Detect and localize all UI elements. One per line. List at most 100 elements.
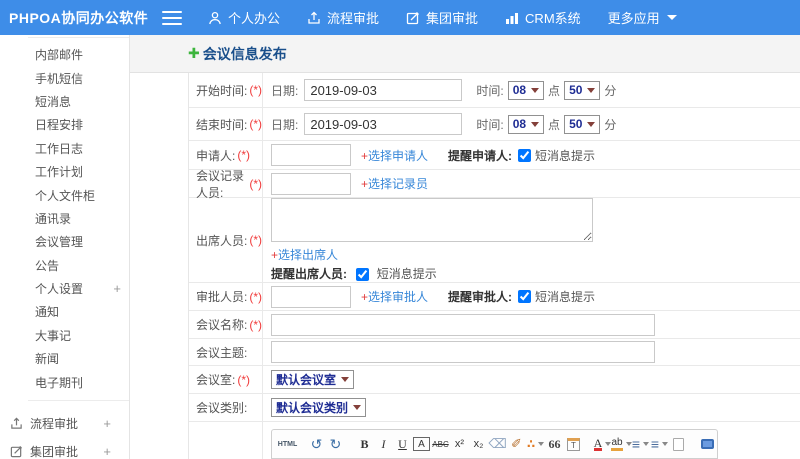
nav-label: 更多应用 bbox=[607, 11, 660, 26]
required-mark: (*) bbox=[249, 117, 262, 131]
sidebar-item-announcement[interactable]: 公告 bbox=[28, 254, 129, 277]
superscript-icon[interactable]: x² bbox=[451, 435, 468, 453]
top-nav: 个人办公 流程审批 集团审批 CRM系统 更多应用 bbox=[208, 8, 704, 27]
workflow-icon bbox=[308, 11, 320, 24]
end-date-input[interactable] bbox=[304, 113, 463, 135]
sidebar-item-contacts[interactable]: 通讯录 bbox=[28, 207, 129, 230]
sidebar-section-group-approval[interactable]: 集团审批 + bbox=[0, 438, 129, 459]
highlight-dropdown[interactable]: ab bbox=[611, 435, 632, 453]
attendees-sms-checkbox[interactable] bbox=[356, 268, 370, 282]
sidebar-item-label: 工作计划 bbox=[35, 165, 84, 180]
required-mark: (*) bbox=[237, 148, 251, 162]
nav-crm-system[interactable]: CRM系统 bbox=[505, 8, 581, 27]
nav-personal-office[interactable]: 个人办公 bbox=[208, 8, 280, 27]
meeting-topic-input[interactable] bbox=[271, 341, 655, 363]
sidebar-item-schedule[interactable]: 日程安排 bbox=[28, 113, 129, 136]
hamburger-menu-icon[interactable] bbox=[162, 10, 182, 25]
sms-hint-label: 短消息提示 bbox=[535, 148, 596, 163]
bold-icon[interactable]: B bbox=[356, 435, 373, 453]
applicant-sms-checkbox[interactable] bbox=[518, 148, 532, 162]
sidebar-item-internal-mail[interactable]: 内部邮件 bbox=[28, 43, 129, 66]
meeting-category-select[interactable]: 默认会议类别 bbox=[271, 398, 367, 417]
html-source-icon[interactable]: HTML bbox=[278, 435, 297, 453]
field-label: 结束时间: (*) bbox=[189, 108, 263, 140]
approver-sms-checkbox[interactable] bbox=[518, 290, 532, 303]
eraser-icon[interactable]: ⌫ bbox=[488, 435, 506, 453]
sidebar-item-personal-settings[interactable]: 个人设置 + bbox=[28, 277, 129, 300]
meeting-room-select[interactable]: 默认会议室 bbox=[271, 370, 355, 389]
format-painter-dropdown[interactable]: ∴ bbox=[527, 435, 545, 453]
sidebar-item-ejournal[interactable]: 电子期刊 bbox=[28, 370, 129, 393]
sidebar: 内部邮件 手机短信 短消息 日程安排 工作日志 工作计划 个人文件柜 通讯录 会… bbox=[0, 35, 130, 459]
sidebar-item-milestones[interactable]: 大事记 bbox=[28, 324, 129, 347]
italic-icon[interactable]: I bbox=[375, 435, 392, 453]
blockquote-icon[interactable]: 66 bbox=[546, 435, 563, 453]
field-label: 会议类别: bbox=[189, 394, 263, 421]
paste-table-icon[interactable]: T bbox=[567, 437, 580, 451]
ordered-list-dropdown[interactable]: ≡ bbox=[632, 435, 650, 453]
sidebar-item-work-log[interactable]: 工作日志 bbox=[28, 137, 129, 160]
rich-text-editor: HTML ↺ ↻ B I U A ABC x² x₂ ⌫ ✐ ∴ 66 T A … bbox=[271, 429, 718, 459]
sidebar-item-work-plan[interactable]: 工作计划 bbox=[28, 160, 129, 183]
unordered-list-dropdown[interactable]: ≡ bbox=[650, 435, 669, 453]
applicant-input[interactable] bbox=[271, 144, 351, 166]
sidebar-section-workflow-approval[interactable]: 流程审批 + bbox=[0, 410, 129, 437]
row-start-time: 开始时间:(*) 日期: 时间: 08 点 50 分 bbox=[189, 73, 800, 108]
brush-icon[interactable]: ✐ bbox=[508, 435, 525, 453]
caret-down-icon bbox=[662, 442, 669, 446]
nav-more-apps[interactable]: 更多应用 bbox=[608, 8, 677, 27]
expand-plus-icon[interactable]: + bbox=[103, 416, 111, 431]
approver-input[interactable] bbox=[271, 285, 351, 308]
sidebar-item-label: 短消息 bbox=[35, 94, 72, 109]
nav-label: 集团审批 bbox=[426, 11, 479, 26]
strikethrough-icon[interactable]: ABC bbox=[432, 435, 449, 453]
choose-applicant-link[interactable]: +选择申请人 bbox=[361, 147, 428, 164]
page-header: ✚ 会议信息发布 bbox=[130, 35, 800, 73]
choose-attendees-link[interactable]: +选择出席人 bbox=[271, 246, 338, 263]
fullscreen-button[interactable] bbox=[699, 435, 716, 453]
sidebar-item-short-message[interactable]: 短消息 bbox=[28, 90, 129, 113]
sidebar-item-label: 大事记 bbox=[35, 328, 72, 343]
subscript-icon[interactable]: x₂ bbox=[470, 435, 487, 453]
sidebar-item-personal-files[interactable]: 个人文件柜 bbox=[28, 183, 129, 206]
sidebar-item-meeting-management[interactable]: 会议管理 bbox=[28, 230, 129, 253]
field-label bbox=[189, 422, 263, 459]
field-label: 开始时间: (*) bbox=[189, 73, 263, 107]
workflow-icon bbox=[11, 417, 22, 429]
sidebar-item-mobile-sms[interactable]: 手机短信 bbox=[28, 66, 129, 89]
expand-plus-icon[interactable]: + bbox=[113, 281, 121, 296]
expand-plus-icon[interactable]: + bbox=[103, 444, 111, 459]
nav-label: CRM系统 bbox=[525, 11, 581, 26]
editor-toolbar: HTML ↺ ↻ B I U A ABC x² x₂ ⌫ ✐ ∴ 66 T A … bbox=[272, 430, 717, 458]
choose-recorder-link[interactable]: +选择记录员 bbox=[361, 175, 428, 192]
row-editor: HTML ↺ ↻ B I U A ABC x² x₂ ⌫ ✐ ∴ 66 T A … bbox=[189, 422, 800, 459]
unordered-list-icon: ≡ bbox=[650, 436, 660, 452]
attendees-textarea[interactable] bbox=[271, 198, 593, 242]
undo-icon[interactable]: ↺ bbox=[308, 435, 325, 453]
start-date-input[interactable] bbox=[304, 79, 463, 101]
underline-icon[interactable]: U bbox=[394, 435, 411, 453]
font-box-icon[interactable]: A bbox=[413, 437, 430, 451]
caret-down-icon bbox=[666, 15, 677, 20]
new-page-button[interactable] bbox=[670, 435, 687, 453]
sidebar-item-notice[interactable]: 通知 bbox=[28, 300, 129, 323]
app-logo: PHPOA协同办公软件 bbox=[9, 9, 149, 26]
time-label: 时间: bbox=[476, 117, 504, 132]
choose-approver-link[interactable]: +选择审批人 bbox=[361, 288, 428, 305]
redo-icon[interactable]: ↻ bbox=[327, 435, 344, 453]
start-minute-select[interactable]: 50 bbox=[564, 80, 601, 100]
sidebar-item-news[interactable]: 新闻 bbox=[28, 347, 129, 370]
meeting-name-input[interactable] bbox=[271, 313, 655, 336]
end-minute-select[interactable]: 50 bbox=[564, 114, 601, 134]
font-color-dropdown[interactable]: A bbox=[593, 435, 612, 453]
end-hour-select[interactable]: 08 bbox=[507, 114, 545, 134]
recorder-input[interactable] bbox=[271, 172, 351, 195]
start-hour-select[interactable]: 08 bbox=[507, 80, 545, 100]
caret-down-icon bbox=[643, 442, 650, 446]
select-caret-icon bbox=[531, 87, 540, 93]
sms-hint-label: 短消息提示 bbox=[376, 267, 437, 281]
sidebar-item-label: 手机短信 bbox=[35, 71, 84, 86]
nav-workflow-approval[interactable]: 流程审批 bbox=[307, 8, 379, 27]
field-label: 会议记录人员: (*) bbox=[189, 169, 263, 200]
nav-group-approval[interactable]: 集团审批 bbox=[406, 8, 478, 27]
